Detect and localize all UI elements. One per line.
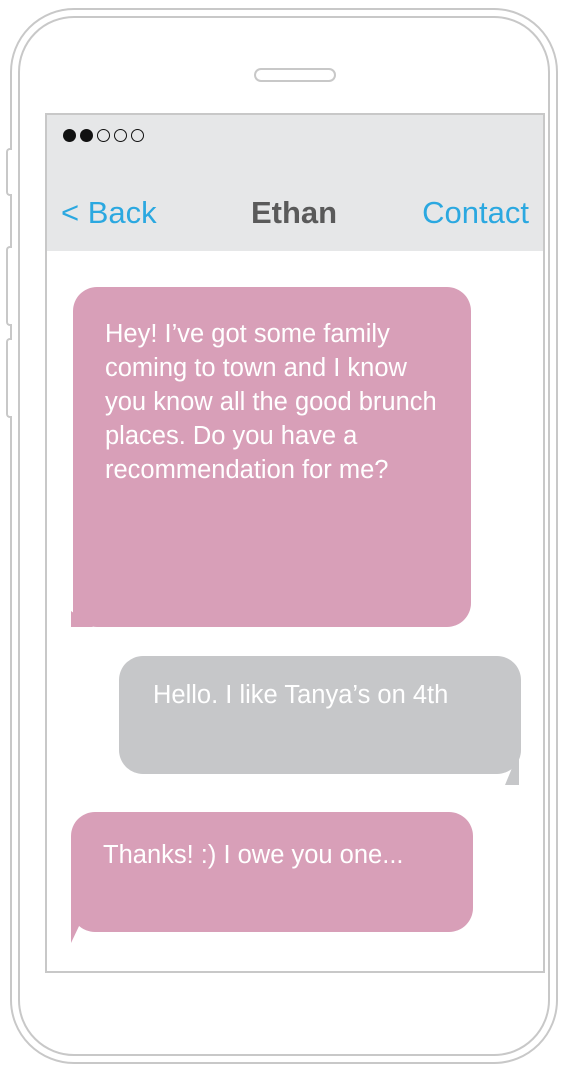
- signal-dot: [97, 129, 110, 142]
- phone-screen: < Back Ethan Contact Hey! I’ve got some …: [45, 113, 545, 973]
- message-bubble-incoming: Hey! I’ve got some family coming to town…: [73, 287, 471, 627]
- volume-up-button: [6, 246, 12, 326]
- conversation-title: Ethan: [251, 195, 338, 230]
- signal-dot: [114, 129, 127, 142]
- mute-switch: [6, 148, 12, 196]
- contact-button[interactable]: Contact: [422, 195, 529, 231]
- signal-strength-icon: [63, 129, 144, 142]
- back-button[interactable]: < Back: [61, 195, 157, 231]
- message-bubble-outgoing: Hello. I like Tanya’s on 4th: [119, 656, 521, 774]
- bubble-tail: [71, 611, 93, 627]
- volume-down-button: [6, 338, 12, 418]
- bubble-tail: [505, 751, 519, 785]
- status-bar: < Back Ethan Contact: [47, 115, 543, 251]
- message-text: Hello. I like Tanya’s on 4th: [153, 681, 449, 709]
- bubble-tail: [71, 905, 89, 943]
- message-text: Hey! I’ve got some family coming to town…: [105, 320, 437, 484]
- signal-dot: [131, 129, 144, 142]
- message-bubble-incoming: Thanks! :) I owe you one...: [71, 812, 473, 932]
- message-text: Thanks! :) I owe you one...: [103, 841, 404, 869]
- earpiece-speaker: [254, 68, 336, 82]
- signal-dot: [80, 129, 93, 142]
- signal-dot: [63, 129, 76, 142]
